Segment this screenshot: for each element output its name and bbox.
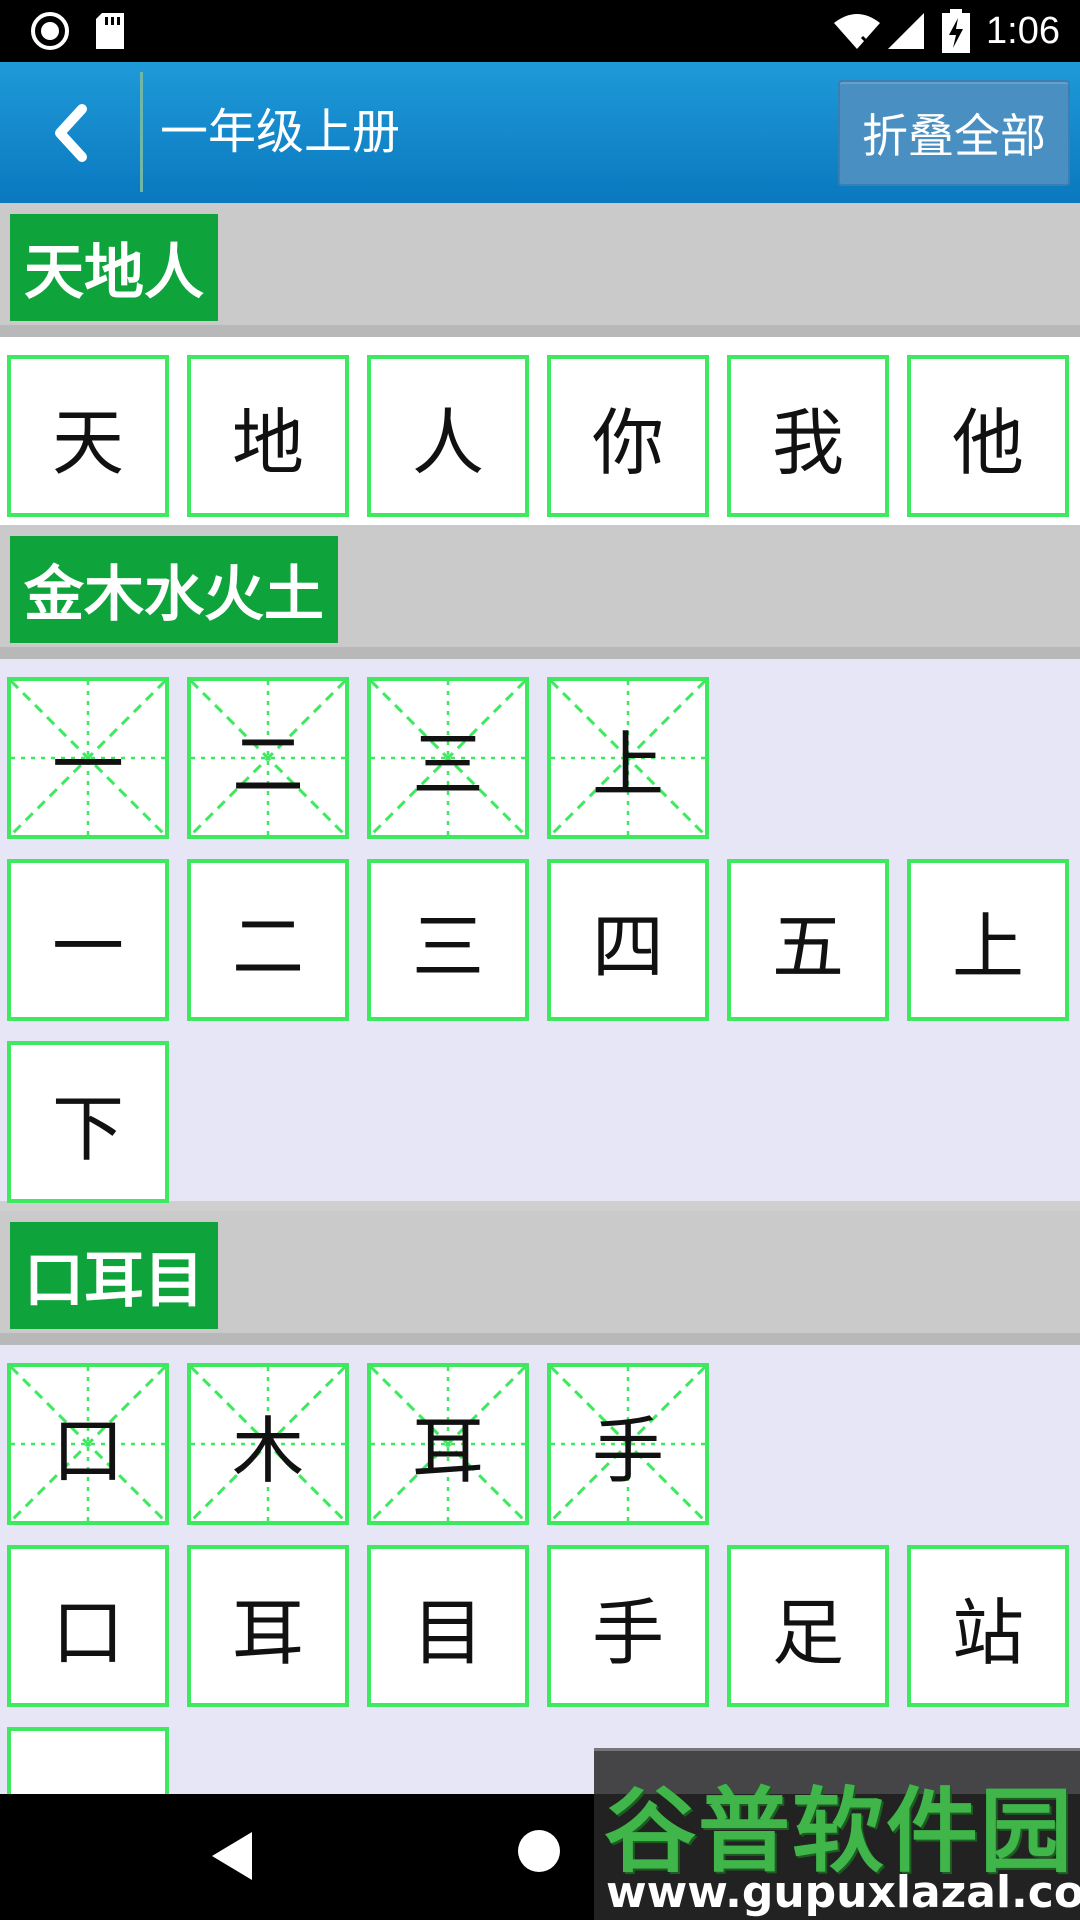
char-cell[interactable]: 他 <box>907 355 1069 517</box>
watermark-url: www.gupuxlazal.com <box>606 1867 1080 1918</box>
collapse-all-button[interactable]: 折叠全部 <box>838 80 1070 186</box>
chevron-left-icon <box>55 103 87 162</box>
section-header[interactable]: 金木水火土 <box>0 525 1080 659</box>
grid-char-cell[interactable]: 一 <box>7 677 169 839</box>
char-cell[interactable]: 目 <box>367 1545 529 1707</box>
grid-char-cell[interactable]: 耳 <box>367 1363 529 1525</box>
nav-home-button[interactable] <box>516 1828 562 1878</box>
section-title: 天地人 <box>10 214 218 321</box>
section-header[interactable]: 口耳目 <box>0 1211 1080 1345</box>
char-cell[interactable]: 三 <box>367 859 529 1021</box>
page-title: 一年级上册 <box>160 104 401 160</box>
char-cell[interactable]: 地 <box>187 355 349 517</box>
watermark: 谷普软件园 www.gupuxlazal.com <box>594 1748 1080 1920</box>
wifi-icon <box>832 0 882 62</box>
circle-home-icon <box>518 1830 560 1872</box>
app-bar: 一年级上册 折叠全部 <box>0 62 1080 203</box>
back-button[interactable] <box>0 62 140 203</box>
grid-char-cell[interactable]: 上 <box>547 677 709 839</box>
battery-charging-icon <box>942 0 970 62</box>
char-cell[interactable]: 口 <box>7 1545 169 1707</box>
char-cell[interactable]: 一 <box>7 859 169 1021</box>
lesson-section: 口耳目 口 木 耳 手 口 耳 目 手 足 站 坐 <box>0 1211 1080 1794</box>
grid-char-cell[interactable]: 手 <box>547 1363 709 1525</box>
char-cell[interactable]: 天 <box>7 355 169 517</box>
grid-char-cell[interactable]: 三 <box>367 677 529 839</box>
char-cell[interactable]: 站 <box>907 1545 1069 1707</box>
char-cell[interactable]: 二 <box>187 859 349 1021</box>
lesson-section: 天地人 天 地 人 你 我 他 <box>0 203 1080 525</box>
char-cell[interactable]: 人 <box>367 355 529 517</box>
grid-char-cell[interactable]: 木 <box>187 1363 349 1525</box>
section-title: 口耳目 <box>10 1222 218 1329</box>
grid-char-cell[interactable]: 二 <box>187 677 349 839</box>
section-title: 金木水火土 <box>10 536 338 643</box>
triangle-back-icon <box>212 1832 252 1880</box>
char-cell[interactable]: 你 <box>547 355 709 517</box>
record-icon <box>30 0 70 62</box>
lesson-list: 天地人 天 地 人 你 我 他 金木水火土 一 二 三 上 一 二 三 四 五 … <box>0 203 1080 1794</box>
app-bar-divider <box>140 72 143 192</box>
char-cell[interactable]: 耳 <box>187 1545 349 1707</box>
char-cell[interactable]: 手 <box>547 1545 709 1707</box>
grid-char-cell[interactable]: 口 <box>7 1363 169 1525</box>
char-cell[interactable]: 足 <box>727 1545 889 1707</box>
status-bar: 1:06 <box>0 0 1080 62</box>
char-cell[interactable]: 下 <box>7 1041 169 1203</box>
sd-card-icon <box>94 0 126 62</box>
char-cell[interactable]: 五 <box>727 859 889 1021</box>
char-cell[interactable]: 坐 <box>7 1727 169 1794</box>
cell-signal-icon <box>886 0 926 62</box>
nav-back-button[interactable] <box>208 1828 256 1888</box>
lesson-section: 金木水火土 一 二 三 上 一 二 三 四 五 上 下 <box>0 525 1080 1211</box>
status-time: 1:06 <box>986 9 1060 52</box>
section-header[interactable]: 天地人 <box>0 203 1080 337</box>
char-cell[interactable]: 上 <box>907 859 1069 1021</box>
char-cell[interactable]: 我 <box>727 355 889 517</box>
char-cell[interactable]: 四 <box>547 859 709 1021</box>
